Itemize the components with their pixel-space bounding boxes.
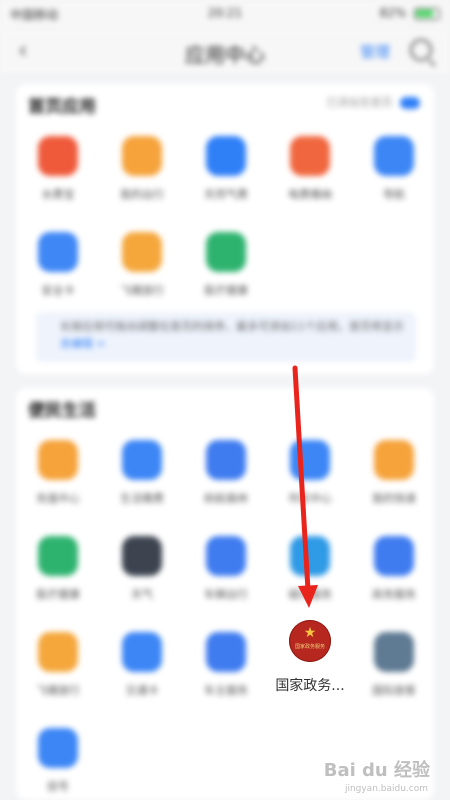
watermark-logo: Bai du 经验 bbox=[323, 760, 430, 781]
annotation-arrow bbox=[292, 365, 318, 608]
watermark-url: jingyan.baidu.com bbox=[344, 784, 428, 794]
arrow-shaft bbox=[292, 365, 311, 593]
arrow-head bbox=[298, 585, 318, 608]
